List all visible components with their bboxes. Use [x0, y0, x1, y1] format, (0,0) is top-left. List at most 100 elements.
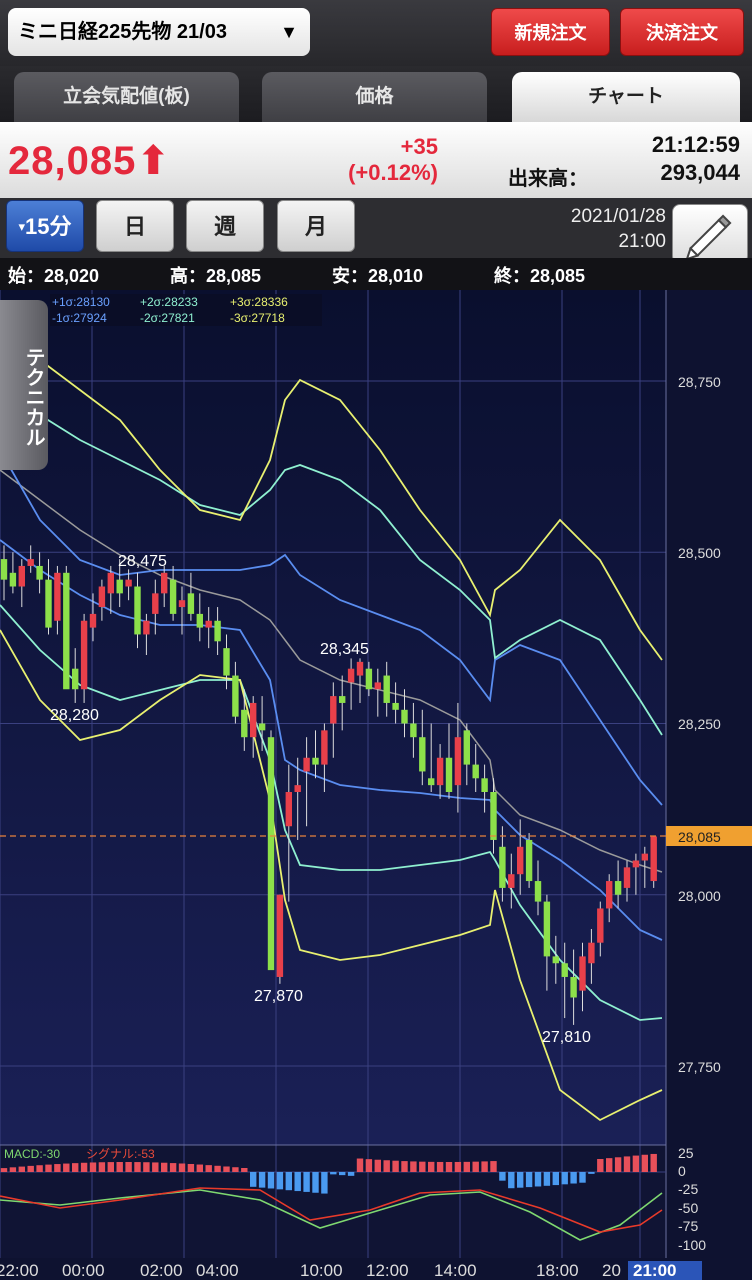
- legend-plus1: +1σ:28130: [52, 295, 110, 309]
- macd-histogram-bar: [410, 1161, 417, 1172]
- candle-body: [9, 572, 17, 587]
- time-tick: 14:00: [434, 1261, 477, 1280]
- candle-body: [45, 579, 52, 628]
- macd-histogram-bar: [232, 1167, 239, 1172]
- quote-time: 21:12:59: [651, 132, 740, 157]
- high-value: 高：28,085: [170, 266, 262, 286]
- macd-histogram-bar: [223, 1166, 230, 1172]
- draw-tool-button[interactable]: [672, 204, 748, 264]
- candle-body: [98, 586, 106, 608]
- new-order-button[interactable]: 新規注文: [491, 8, 610, 56]
- macd-histogram-bar: [89, 1162, 97, 1172]
- period-week-button[interactable]: 週: [186, 200, 264, 252]
- macd-histogram-bar: [543, 1172, 551, 1186]
- candle-body: [267, 737, 275, 971]
- macd-histogram-bar: [152, 1162, 159, 1172]
- period-day-button[interactable]: 日: [96, 200, 174, 252]
- candle-body: [481, 778, 488, 792]
- macd-histogram-bar: [54, 1164, 61, 1172]
- axis-area: [666, 290, 752, 1280]
- candle-body: [303, 757, 310, 772]
- time-tick: 12:00: [366, 1261, 409, 1280]
- macd-histogram-bar: [339, 1172, 346, 1176]
- candle-body: [614, 881, 622, 895]
- candle-body: [525, 839, 533, 882]
- price-chart[interactable]: 28,750 28,500 28,250 28,085 28,000 27,75…: [0, 290, 752, 1280]
- close-value: 終：28,085: [494, 266, 586, 286]
- candle-body: [561, 963, 568, 977]
- tab-board[interactable]: 立会気配値(板): [14, 72, 239, 122]
- candle-body: [116, 579, 123, 594]
- macd-histogram-bar: [481, 1161, 488, 1172]
- macd-histogram-bar: [321, 1172, 328, 1194]
- macd-histogram-bar: [401, 1161, 408, 1172]
- macd-tick: 0: [678, 1163, 686, 1179]
- candle-body: [570, 976, 577, 998]
- macd-histogram-bar: [241, 1168, 248, 1172]
- macd-histogram-bar: [472, 1161, 479, 1172]
- candle-body: [63, 572, 70, 690]
- price-tick: 28,250: [678, 716, 721, 732]
- time-tick: 20: [602, 1261, 621, 1280]
- candle-body: [499, 846, 506, 888]
- period-15min-button[interactable]: ▾15分: [6, 200, 84, 252]
- macd-histogram-bar: [499, 1172, 506, 1181]
- candle-body: [0, 559, 8, 580]
- low-value: 安：28,010: [332, 266, 424, 286]
- high-annotation: 28,475: [118, 553, 167, 570]
- chart-datetime: 2021/01/28 21:00: [571, 204, 666, 254]
- period-month-button[interactable]: 月: [277, 200, 355, 252]
- symbol-select[interactable]: ミニ日経225先物 21/03 ▼: [8, 8, 310, 56]
- macd-histogram-bar: [143, 1162, 150, 1172]
- macd-histogram-bar: [570, 1172, 577, 1184]
- candle-body: [534, 881, 542, 902]
- candle-body: [214, 620, 221, 642]
- macd-histogram-bar: [419, 1161, 426, 1172]
- last-price: 28,085⬆: [8, 138, 171, 184]
- high-annotation: 28,345: [320, 641, 369, 658]
- candle-body: [143, 620, 150, 635]
- tab-price[interactable]: 価格: [262, 72, 487, 122]
- price-tick: 28,000: [678, 888, 721, 904]
- candle-body: [161, 572, 168, 594]
- macd-histogram-bar: [356, 1158, 364, 1172]
- volume-label: 出来高：: [508, 168, 588, 190]
- time-tick: 00:00: [62, 1261, 105, 1280]
- legend-minus1: -1σ:27924: [52, 311, 107, 325]
- time-tick: 10:00: [300, 1261, 343, 1280]
- candle-body: [454, 737, 462, 786]
- candle-body: [436, 757, 444, 786]
- macd-histogram-bar: [36, 1165, 43, 1172]
- candle-body: [169, 579, 177, 614]
- price-tick: 28,750: [678, 374, 721, 390]
- tab-chart[interactable]: チャート: [512, 72, 740, 122]
- low-annotation: 27,870: [254, 988, 303, 1005]
- macd-histogram-bar: [0, 1168, 8, 1172]
- candle-body: [472, 764, 479, 779]
- macd-tick: -50: [678, 1200, 698, 1216]
- macd-tick: -75: [678, 1218, 698, 1234]
- candle-body: [312, 757, 319, 765]
- price-tick: 28,500: [678, 545, 721, 561]
- macd-histogram-bar: [588, 1172, 595, 1174]
- macd-histogram-bar: [125, 1162, 132, 1172]
- candle-body: [347, 668, 355, 683]
- macd-histogram-bar: [107, 1162, 114, 1172]
- macd-histogram-bar: [161, 1162, 168, 1172]
- macd-histogram-bar: [392, 1160, 399, 1172]
- candle-body: [80, 620, 88, 690]
- macd-histogram-bar: [205, 1165, 212, 1172]
- candle-body: [543, 901, 551, 957]
- macd-histogram-bar: [169, 1163, 177, 1172]
- candle-body: [107, 572, 114, 594]
- technical-panel-tab[interactable]: テクニカル: [0, 300, 48, 470]
- candle-body: [330, 696, 337, 724]
- candle-body: [428, 778, 435, 786]
- candle-body: [641, 853, 648, 861]
- legend-plus3: +3σ:28336: [230, 295, 288, 309]
- current-price-label: 28,085: [678, 829, 721, 845]
- settle-order-button[interactable]: 決済注文: [620, 8, 744, 56]
- candle-body: [517, 846, 524, 875]
- candle-body: [294, 785, 301, 792]
- candle-body: [54, 572, 61, 621]
